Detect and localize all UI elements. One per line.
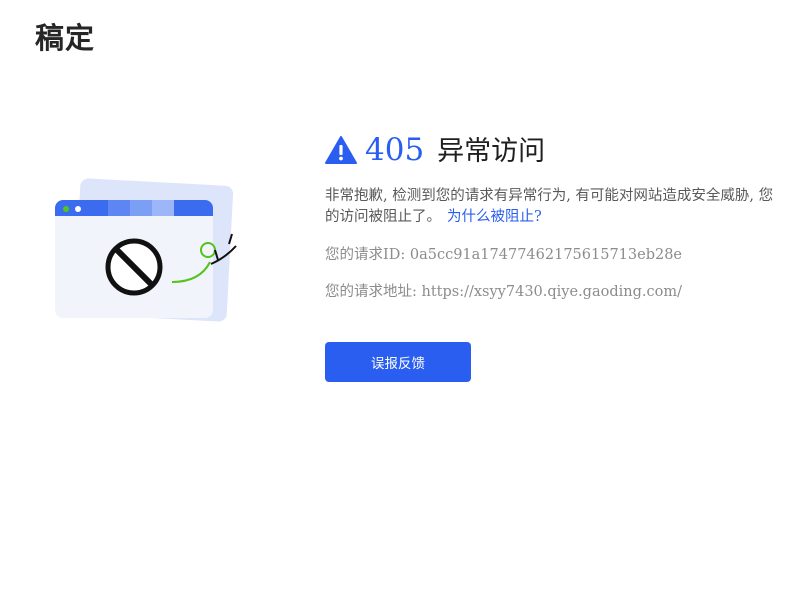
request-id-row: 您的请求ID: 0a5cc91a17477462175615713eb28e <box>325 245 780 265</box>
error-title: 异常访问 <box>437 136 546 167</box>
request-url-row: 您的请求地址: https://xsyy7430.qiye.gaoding.co… <box>325 282 780 302</box>
feedback-button[interactable]: 误报反馈 <box>325 342 471 382</box>
request-id-value: 0a5cc91a17477462175615713eb28e <box>409 247 683 263</box>
request-url-value: https://xsyy7430.qiye.gaoding.com/ <box>421 284 682 300</box>
page: 稿定 405 异常访问 非常抱歉, 检测到您的请求有异常行为, 有可能对网站造成… <box>0 0 800 600</box>
error-content: 405 异常访问 非常抱歉, 检测到您的请求有异常行为, 有可能对网站造成安全威… <box>325 132 780 382</box>
blocked-browser-icon <box>55 178 237 322</box>
error-description-block: 非常抱歉, 检测到您的请求有异常行为, 有可能对网站造成安全威胁, 您的访问被阻… <box>325 186 780 228</box>
warning-triangle-icon <box>325 136 357 164</box>
request-url-label: 您的请求地址: <box>325 284 422 300</box>
brand-logo[interactable]: 稿定 <box>35 20 95 56</box>
error-code: 405 <box>365 132 425 168</box>
error-description: 非常抱歉, 检测到您的请求有异常行为, 有可能对网站造成安全威胁, 您的访问被阻… <box>325 188 774 225</box>
request-id-label: 您的请求ID: <box>325 247 410 263</box>
blocked-browser-illustration <box>50 178 245 323</box>
error-header: 405 异常访问 <box>325 132 780 168</box>
why-blocked-link[interactable]: 为什么被阻止? <box>447 209 542 225</box>
